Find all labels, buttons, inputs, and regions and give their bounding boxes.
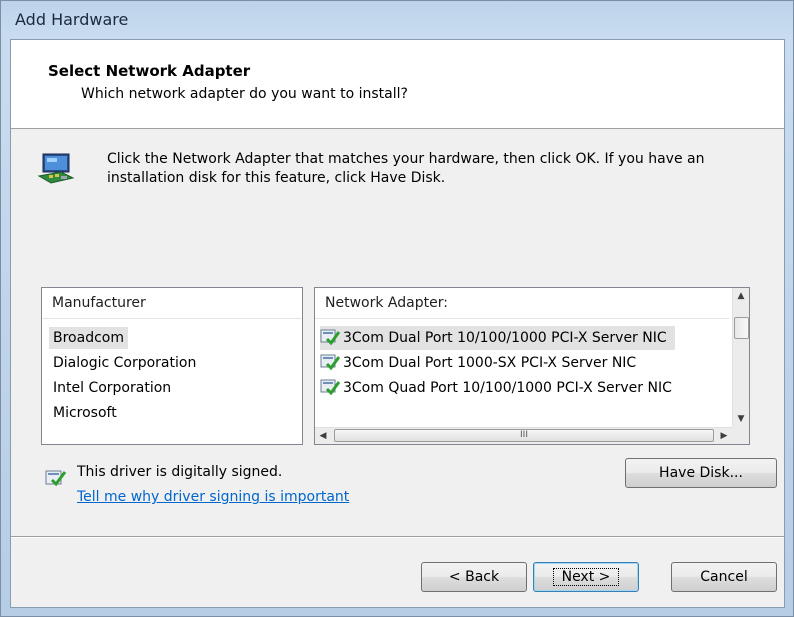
network-adapter-list[interactable]: Network Adapter: 3Com Dual Port 10/100/1… <box>314 287 750 445</box>
next-button-label: Next > <box>552 568 620 586</box>
have-disk-button[interactable]: Have Disk... <box>625 458 777 488</box>
vertical-scroll-thumb[interactable] <box>734 317 749 339</box>
adapter-item-label: 3Com Dual Port 1000-SX PCI-X Server NIC <box>343 355 637 371</box>
page-subtitle: Which network adapter do you want to ins… <box>81 86 408 102</box>
manufacturer-item-microsoft[interactable]: Microsoft <box>49 402 121 424</box>
scroll-up-arrow-icon[interactable]: ▲ <box>733 288 749 304</box>
scroll-left-arrow-icon[interactable]: ◀ <box>315 428 331 444</box>
page-title: Select Network Adapter <box>48 62 251 80</box>
manufacturer-list[interactable]: Manufacturer Broadcom Dialogic Corporati… <box>41 287 303 445</box>
manufacturer-item-broadcom[interactable]: Broadcom <box>49 327 128 349</box>
cancel-button[interactable]: Cancel <box>671 562 777 592</box>
signed-driver-icon <box>320 329 341 346</box>
manufacturer-item-dialogic[interactable]: Dialogic Corporation <box>49 352 200 374</box>
driver-signing-link[interactable]: Tell me why driver signing is important <box>77 489 349 505</box>
scroll-down-arrow-icon[interactable]: ▼ <box>733 411 749 427</box>
network-adapter-icon <box>37 150 77 190</box>
network-adapter-list-header: Network Adapter: <box>315 288 729 319</box>
signed-driver-icon <box>45 468 67 492</box>
manufacturer-item-intel[interactable]: Intel Corporation <box>49 377 175 399</box>
manufacturer-list-header: Manufacturer <box>42 288 302 319</box>
title-bar[interactable]: Add Hardware <box>1 1 793 39</box>
adapter-item-2[interactable]: 3Com Dual Port 1000-SX PCI-X Server NIC <box>320 351 644 375</box>
driver-signed-status: This driver is digitally signed. <box>77 464 283 480</box>
add-hardware-window: Add Hardware Select Network Adapter Whic… <box>0 0 794 617</box>
signed-driver-icon <box>320 379 341 396</box>
wizard-header: Select Network Adapter Which network ada… <box>11 40 784 129</box>
back-button[interactable]: < Back <box>421 562 527 592</box>
horizontal-scroll-thumb[interactable]: III <box>334 429 714 442</box>
horizontal-scrollbar[interactable]: ◀ III ▶ <box>315 427 732 444</box>
scrollbar-corner <box>732 427 749 444</box>
dialog-client-area: Select Network Adapter Which network ada… <box>10 39 785 608</box>
adapter-item-3[interactable]: 3Com Quad Port 10/100/1000 PCI-X Server … <box>320 376 680 400</box>
vertical-scrollbar[interactable]: ▲ ▼ <box>732 288 749 427</box>
adapter-item-label: 3Com Quad Port 10/100/1000 PCI-X Server … <box>343 380 672 396</box>
scroll-right-arrow-icon[interactable]: ▶ <box>716 428 732 444</box>
instruction-text: Click the Network Adapter that matches y… <box>107 151 705 186</box>
window-title: Add Hardware <box>15 10 129 29</box>
next-button[interactable]: Next > <box>533 562 639 592</box>
adapter-item-1[interactable]: 3Com Dual Port 10/100/1000 PCI-X Server … <box>320 326 675 350</box>
adapter-item-label: 3Com Dual Port 10/100/1000 PCI-X Server … <box>343 330 667 346</box>
footer-separator <box>11 536 784 538</box>
signed-driver-icon <box>320 354 341 371</box>
